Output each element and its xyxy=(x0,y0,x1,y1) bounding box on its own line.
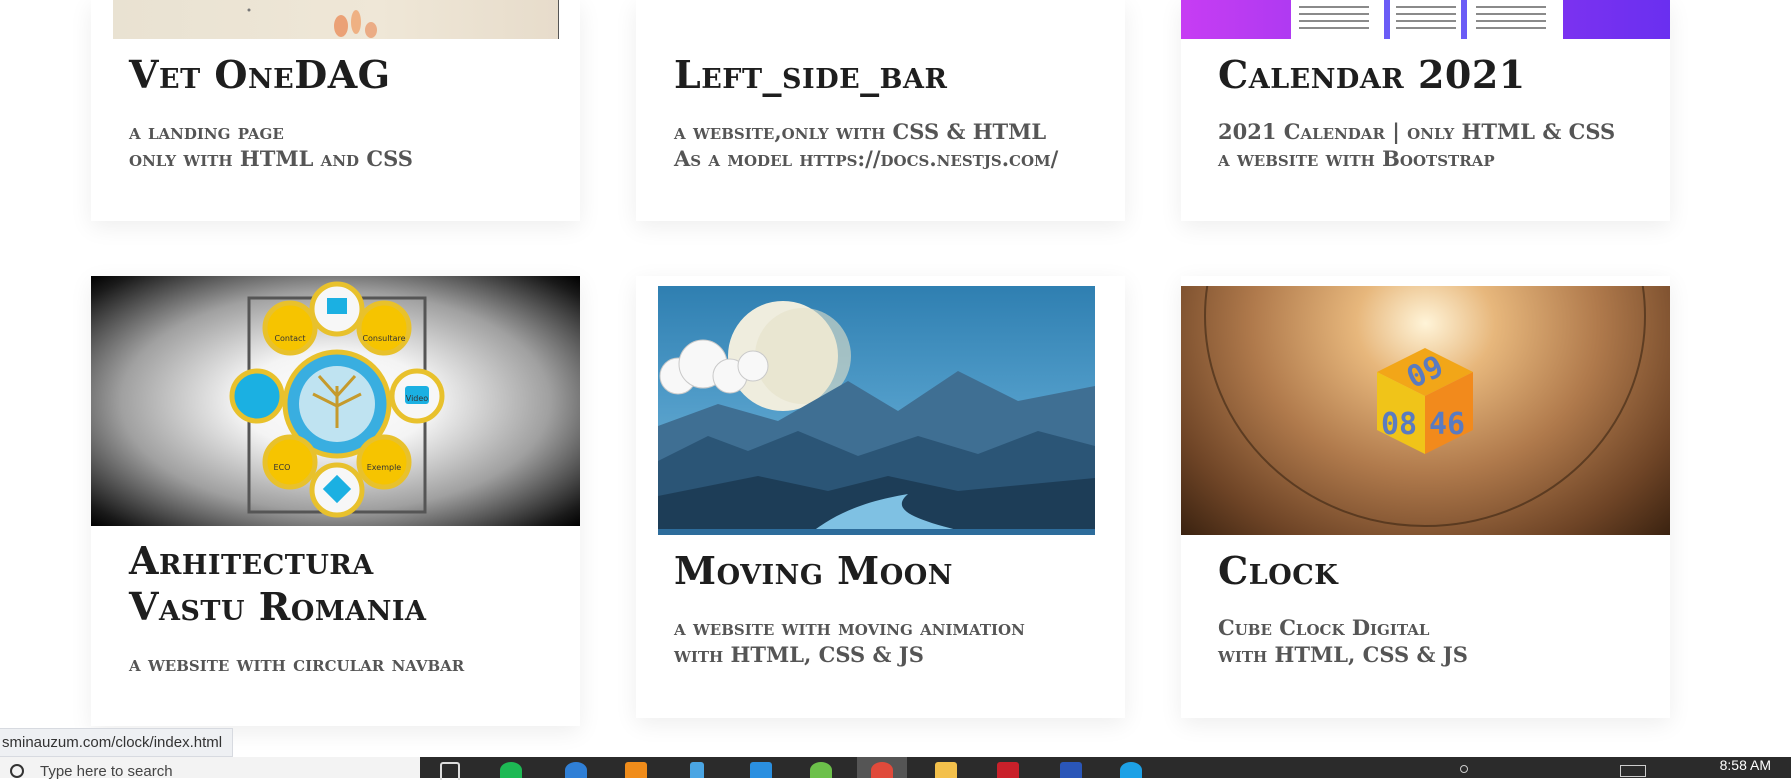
green-app-icon[interactable] xyxy=(810,762,832,778)
project-description: Cube Clock Digital xyxy=(1218,615,1430,640)
project-description: 2021 Calendar | only HTML & CSS xyxy=(1218,119,1616,144)
phone-app-icon[interactable] xyxy=(690,762,704,778)
project-card-calendar-2021[interactable]: Calendar 2021 2021 Calendar | only HTML … xyxy=(1181,0,1670,221)
project-description: with HTML, CSS & JS xyxy=(674,642,924,667)
project-card-vet-onedag[interactable]: Vet OneDAG a landing page only with HTML… xyxy=(91,0,580,221)
project-title[interactable]: Clock xyxy=(1218,548,1338,594)
goldfish-image xyxy=(247,8,377,38)
project-description: a website with Bootstrap xyxy=(1218,146,1495,171)
chrome-icon[interactable] xyxy=(857,757,907,778)
red-app-icon[interactable] xyxy=(997,762,1019,778)
taskbar-search-placeholder: Type here to search xyxy=(40,763,173,780)
project-title[interactable]: Calendar 2021 xyxy=(1218,52,1526,98)
project-title[interactable]: Left_side_bar xyxy=(674,52,947,98)
edge-icon[interactable] xyxy=(565,762,587,778)
cube-clock-image: 09 08 46 xyxy=(1204,286,1646,527)
skype-icon[interactable] xyxy=(1120,762,1142,778)
project-description: a website,only with CSS & HTML xyxy=(674,119,1047,144)
cube-digits: 46 xyxy=(1429,407,1465,442)
project-thumbnail[interactable] xyxy=(658,286,1095,535)
folder-icon[interactable] xyxy=(935,762,957,778)
project-card-left-side-bar[interactable]: Left_side_bar a website,only with CSS & … xyxy=(636,0,1125,221)
nav-label: Consultare xyxy=(362,334,405,343)
search-icon xyxy=(10,764,24,778)
nav-label: Contact xyxy=(274,334,305,343)
project-description: As a model https://docs.nestjs.com/ xyxy=(674,146,1059,171)
project-thumbnail[interactable]: Contact Consultare Video Exemple ECO xyxy=(91,276,580,526)
circular-navbar-image: Contact Consultare Video Exemple ECO xyxy=(229,281,445,518)
project-thumbnail[interactable] xyxy=(113,0,559,39)
taskbar-search-box[interactable]: Type here to search xyxy=(0,757,420,780)
project-card-clock[interactable]: 09 08 46 Clock Cube Clock Digital with H… xyxy=(1181,276,1670,718)
save-app-icon[interactable] xyxy=(1060,762,1082,778)
project-title[interactable]: Arhitectura xyxy=(129,538,374,584)
cube-digits: 08 xyxy=(1381,407,1417,442)
project-description: a landing page xyxy=(129,119,284,144)
task-view-icon[interactable] xyxy=(440,762,460,780)
project-card-arhitectura-vastu[interactable]: Contact Consultare Video Exemple ECO Arh… xyxy=(91,276,580,726)
windows-taskbar: Type here to search 8:58 AM xyxy=(0,757,1791,780)
system-tray[interactable] xyxy=(1460,763,1646,778)
project-description: with HTML, CSS & JS xyxy=(1218,642,1468,667)
nav-label: ECO xyxy=(274,463,291,472)
project-title[interactable]: Vastu Romania xyxy=(129,584,427,630)
project-thumbnail[interactable]: 09 08 46 xyxy=(1181,286,1670,535)
link-preview-statusbar: sminauzum.com/clock/index.html xyxy=(0,728,234,757)
project-description: a website with circular navbar xyxy=(129,651,465,676)
project-card-moving-moon[interactable]: Moving Moon a website with moving animat… xyxy=(636,276,1125,718)
spotify-icon[interactable] xyxy=(500,762,522,778)
project-title[interactable]: Vet OneDAG xyxy=(129,52,391,98)
project-description: a website with moving animation xyxy=(674,615,1025,640)
nav-label: Exemple xyxy=(367,463,402,472)
tray-person-icon xyxy=(1460,765,1468,773)
taskbar-clock[interactable]: 8:58 AM xyxy=(1720,757,1771,773)
project-description: only with HTML and CSS xyxy=(129,146,413,171)
vscode-icon[interactable] xyxy=(750,762,772,778)
project-thumbnail[interactable] xyxy=(1181,0,1670,39)
nav-label: Video xyxy=(406,394,429,403)
project-title[interactable]: Moving Moon xyxy=(674,548,953,594)
vlc-icon[interactable] xyxy=(625,762,647,778)
tray-battery-icon xyxy=(1620,765,1646,777)
moving-moon-image xyxy=(658,301,1095,535)
calendar-image xyxy=(1291,0,1563,39)
